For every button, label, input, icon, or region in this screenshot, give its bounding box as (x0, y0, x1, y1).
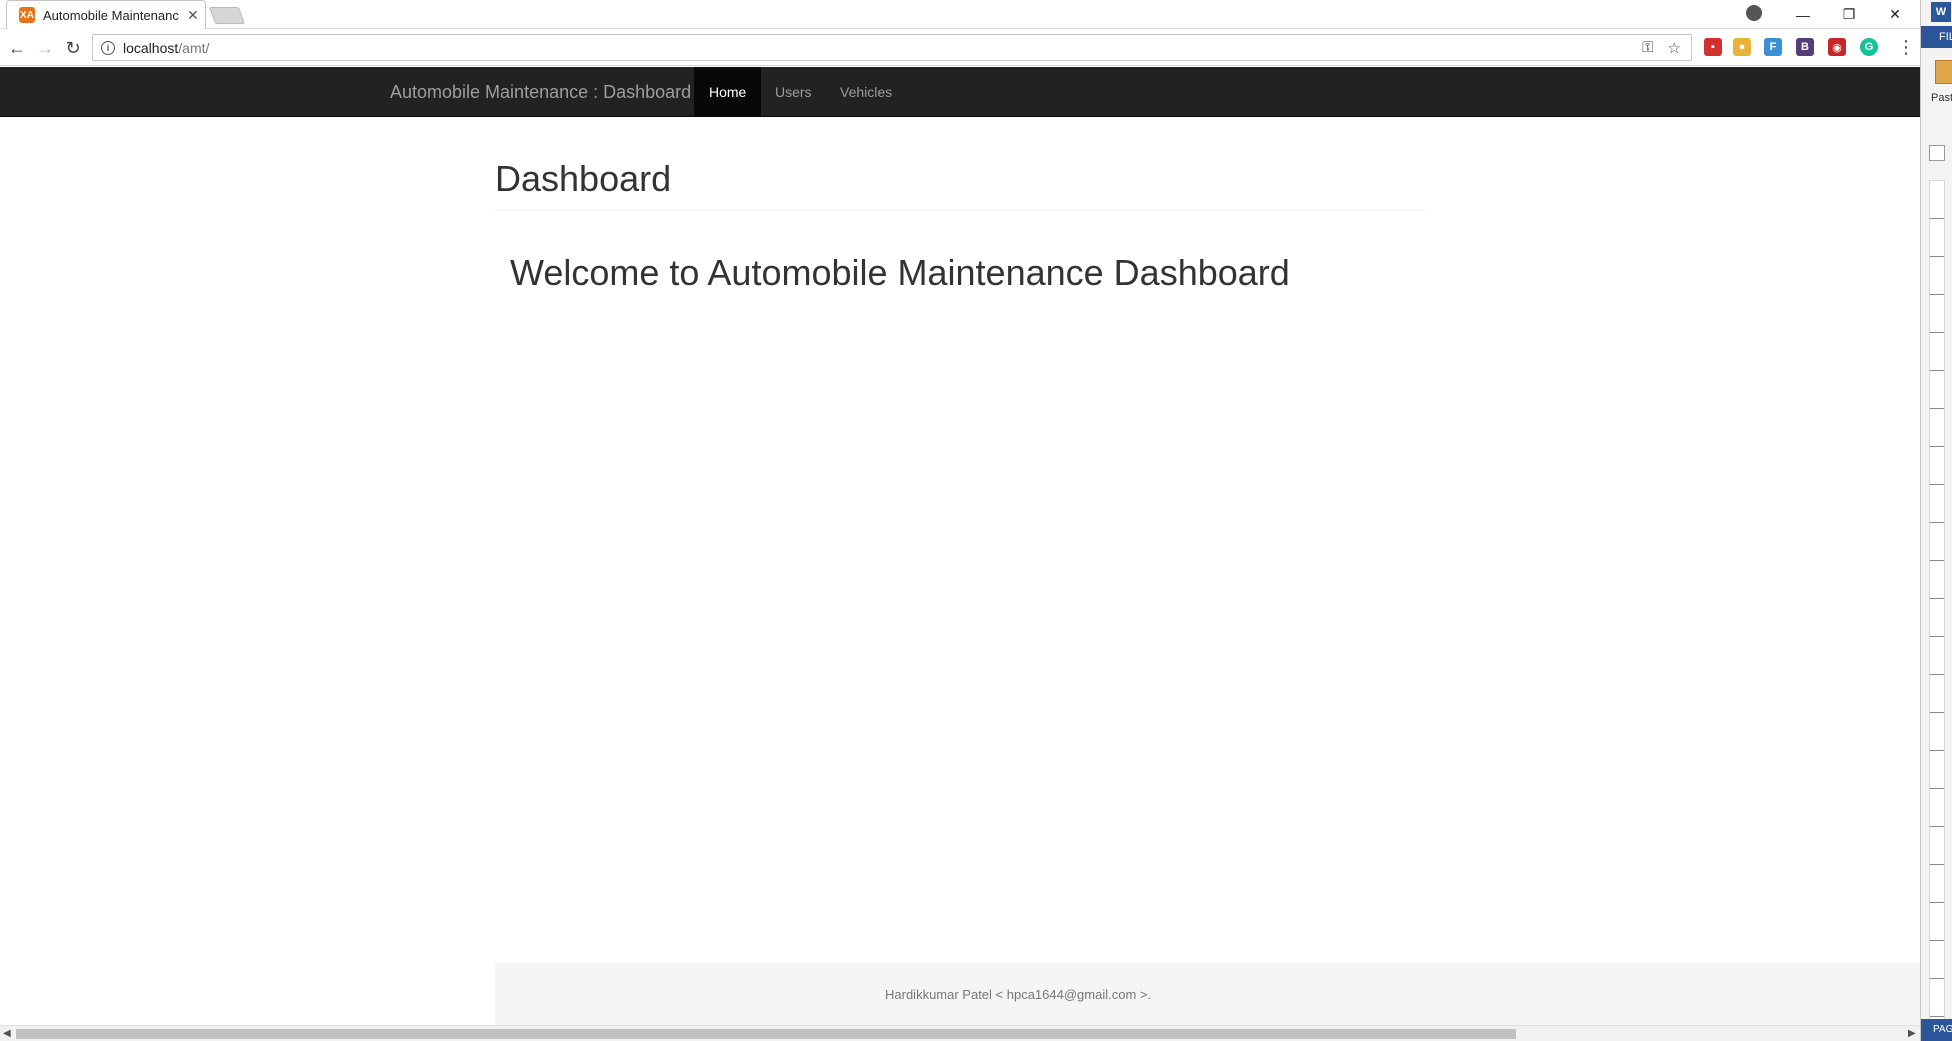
minimize-icon[interactable]: — (1780, 0, 1826, 29)
ruler-tab-selector[interactable] (1929, 145, 1945, 161)
browser-toolbar: ← → ↻ i localhost/amt/ ⚿ ☆ ▪ ● F B ◉ G ⋮ (0, 29, 1920, 66)
word-paste-label[interactable]: Past (1931, 92, 1952, 104)
tab-title: Automobile Maintenance (43, 7, 179, 23)
word-page-indicator: PAGE (1921, 1019, 1952, 1041)
page-title: Dashboard (495, 158, 672, 199)
bootstrap-extension-icon[interactable]: B (1796, 38, 1814, 56)
restore-icon[interactable]: ❐ (1826, 0, 1872, 29)
extension-icon[interactable]: ▪ (1704, 38, 1722, 56)
top-navbar: Automobile Maintenance : Dashboard Home … (0, 67, 1920, 117)
browser-tab[interactable]: XA Automobile Maintenance ✕ (6, 0, 206, 29)
menu-dots-icon[interactable]: ⋮ (1897, 37, 1915, 58)
xampp-favicon-icon: XA (19, 7, 35, 23)
forward-arrow-icon[interactable]: → (34, 37, 56, 59)
capture-extension-icon[interactable]: ◉ (1828, 38, 1846, 56)
vertical-ruler (1929, 180, 1945, 1020)
scroll-right-icon[interactable]: ▶ (1908, 1028, 1916, 1039)
word-app-icon: W (1931, 2, 1951, 22)
page-header: Dashboard (495, 157, 1425, 212)
nav-item-vehicles[interactable]: Vehicles (825, 67, 907, 117)
browser-tabstrip: XA Automobile Maintenance ✕ — ❐ ✕ (0, 0, 1952, 29)
cookie-extension-icon[interactable]: ● (1733, 38, 1751, 56)
nav-item-users[interactable]: Users (760, 67, 827, 117)
tab-close-icon[interactable]: ✕ (187, 7, 199, 24)
footer-text: Hardikkumar Patel < hpca1644@gmail.com >… (885, 986, 1152, 1002)
address-bar[interactable]: i localhost/amt/ ⚿ ☆ (92, 34, 1692, 61)
horizontal-scrollbar[interactable]: ◀ ▶ (0, 1025, 1920, 1041)
word-file-tab[interactable]: FIL (1921, 26, 1952, 48)
navbar-brand[interactable]: Automobile Maintenance : Dashboard (390, 67, 691, 117)
star-icon[interactable]: ☆ (1668, 39, 1681, 57)
fj-extension-icon[interactable]: F (1764, 38, 1782, 56)
url-path: /amt/ (178, 39, 210, 56)
main-container: Dashboard Welcome to Automobile Maintena… (495, 117, 1425, 294)
nav-item-home[interactable]: Home (694, 67, 762, 117)
page-viewport: Automobile Maintenance : Dashboard Home … (0, 67, 1920, 1025)
back-arrow-icon[interactable]: ← (6, 37, 28, 59)
close-window-icon[interactable]: ✕ (1872, 0, 1918, 29)
profile-icon[interactable] (1746, 5, 1762, 21)
reload-icon[interactable]: ↻ (62, 37, 84, 59)
new-tab-button[interactable] (208, 7, 246, 24)
word-window-edge: W FIL Past PAGE (1920, 0, 1952, 1041)
scrollbar-thumb[interactable] (16, 1029, 1516, 1039)
footer: Hardikkumar Patel < hpca1644@gmail.com >… (495, 963, 1920, 1025)
key-icon[interactable]: ⚿ (1642, 39, 1653, 57)
info-icon[interactable]: i (101, 40, 115, 55)
scroll-left-icon[interactable]: ◀ (3, 1028, 11, 1039)
welcome-heading: Welcome to Automobile Maintenance Dashbo… (510, 252, 1290, 294)
grammarly-extension-icon[interactable]: G (1860, 38, 1878, 56)
url-host: localhost (123, 39, 179, 56)
clipboard-icon[interactable] (1935, 60, 1952, 84)
